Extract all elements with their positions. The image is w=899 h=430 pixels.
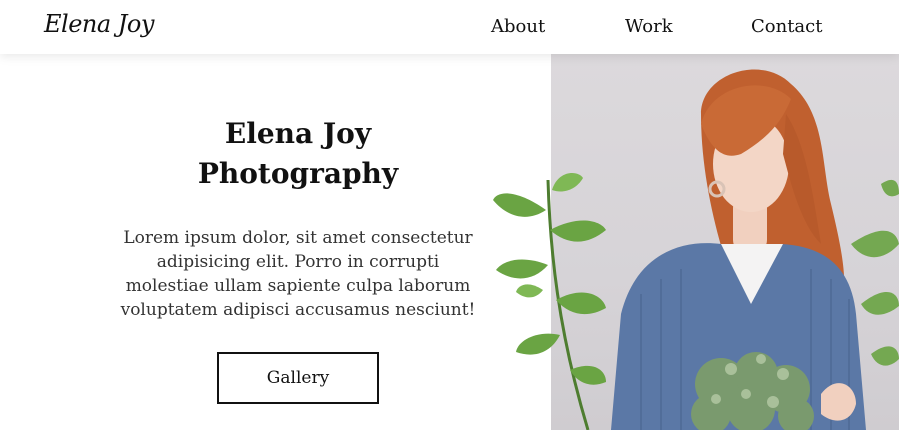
- hero-title: Elena Joy Photography: [98, 114, 498, 194]
- nav-work[interactable]: Work: [625, 16, 673, 37]
- nav-contact[interactable]: Contact: [751, 16, 822, 37]
- nav-about[interactable]: About: [491, 16, 545, 37]
- hero-title-line2: Photography: [197, 157, 399, 190]
- site-header: Elena Joy About Work Contact: [0, 0, 899, 54]
- hero-title-line1: Elena Joy: [224, 117, 372, 150]
- gallery-button[interactable]: Gallery: [217, 352, 379, 404]
- hero-section: Elena Joy Photography Lorem ipsum dolor,…: [0, 54, 551, 430]
- plant-leaves-decoration: [493, 173, 606, 430]
- main-nav: About Work Contact: [0, 16, 899, 40]
- hero-description: Lorem ipsum dolor, sit amet consectetur …: [120, 228, 476, 320]
